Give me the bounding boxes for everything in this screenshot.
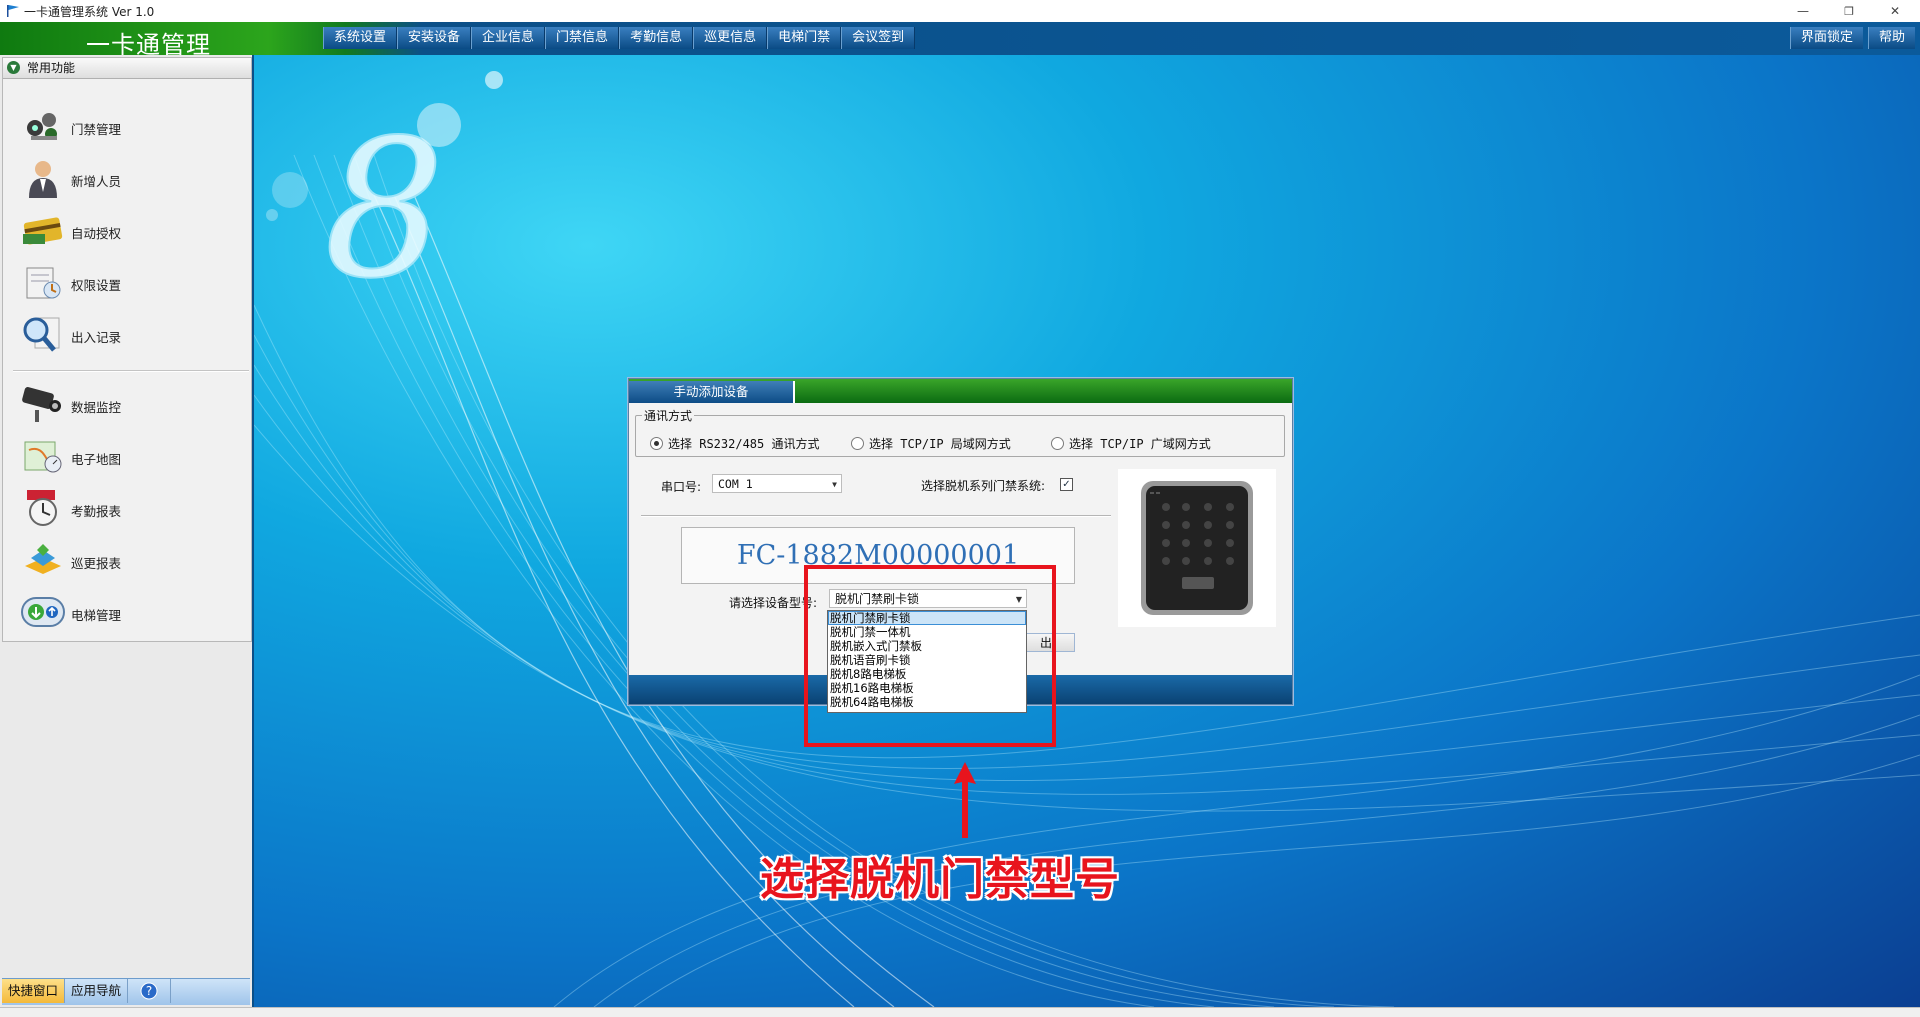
- port-value: COM 1: [718, 477, 753, 491]
- menu-patrol-info[interactable]: 巡更信息: [693, 27, 768, 49]
- up-arrow-icon: [954, 762, 976, 838]
- menu-elevator-access[interactable]: 电梯门禁: [767, 27, 842, 49]
- radio-tcp-lan[interactable]: 选择 TCP/IP 局域网方式: [851, 435, 1011, 452]
- collapse-icon[interactable]: ▼: [7, 61, 20, 74]
- sidebar-item-attendance-report[interactable]: 考勤报表: [21, 488, 241, 528]
- restore-button[interactable]: ❐: [1826, 0, 1872, 22]
- sidebar-item-label: 巡更报表: [71, 556, 122, 571]
- tab-quick-window[interactable]: 快捷窗口: [2, 979, 66, 1003]
- door-access-icon: [27, 113, 57, 140]
- sidebar-item-add-person[interactable]: 新增人员: [21, 158, 241, 198]
- comm-method-legend: 通讯方式: [642, 407, 695, 424]
- quick-functions-panel: ▼ 常用功能 门禁管理 新增人员 自动授权 权限设置 出入记录 数据监控 电子地…: [2, 57, 252, 642]
- sidebar-item-access-records[interactable]: 出入记录: [21, 314, 241, 354]
- radio-label: 选择 RS232/485 通讯方式: [668, 437, 820, 451]
- sidebar-item-label: 自动授权: [71, 226, 122, 241]
- sidebar-item-door-access[interactable]: 门禁管理: [21, 106, 241, 146]
- menu-company-info[interactable]: 企业信息: [471, 27, 546, 49]
- sidebar-item-label: 权限设置: [71, 278, 122, 293]
- minimize-button[interactable]: —: [1780, 0, 1826, 22]
- keypad-reader-icon: [1141, 481, 1253, 615]
- dialog-divider: [641, 515, 1111, 517]
- sidebar-item-label: 新增人员: [71, 174, 122, 189]
- sidebar-item-label: 电子地图: [71, 452, 122, 467]
- card-icon: [23, 217, 63, 245]
- sidebar-item-data-monitor[interactable]: 数据监控: [21, 384, 241, 424]
- sidebar-item-label: 考勤报表: [71, 504, 122, 519]
- device-image: [1118, 469, 1276, 627]
- panel-header[interactable]: ▼ 常用功能: [3, 58, 251, 79]
- annotation-caption: 选择脱机门禁型号: [759, 853, 1120, 906]
- port-label: 串口号:: [661, 480, 702, 494]
- sidebar-divider: [13, 370, 249, 372]
- offline-system-checkbox[interactable]: ✓: [1060, 478, 1073, 491]
- radio-dot[interactable]: [650, 437, 663, 450]
- chevron-down-icon: ▼: [832, 480, 837, 489]
- sidebar-bottom-tabs: 快捷窗口 应用导航 ?: [2, 978, 250, 1005]
- panel-title: 常用功能: [27, 61, 76, 75]
- main-menu: 系统设置 安装设备 企业信息 门禁信息 考勤信息 巡更信息 电梯门禁 会议签到: [323, 27, 916, 49]
- person-icon: [29, 161, 57, 198]
- app-flag-icon: [7, 5, 19, 17]
- port-select[interactable]: COM 1 ▼: [712, 474, 842, 493]
- sidebar-item-permission-settings[interactable]: 权限设置: [21, 262, 241, 302]
- sidebar: ▼ 常用功能 门禁管理 新增人员 自动授权 权限设置 出入记录 数据监控 电子地…: [0, 55, 254, 1007]
- radio-tcp-wan[interactable]: 选择 TCP/IP 广域网方式: [1051, 435, 1211, 452]
- tab-manual-add-device[interactable]: 手动添加设备: [629, 381, 795, 403]
- sidebar-item-elevator-management[interactable]: 电梯管理: [21, 592, 241, 632]
- radio-dot[interactable]: [1051, 437, 1064, 450]
- menu-install-device[interactable]: 安装设备: [397, 27, 472, 49]
- question-icon: ?: [140, 982, 158, 1000]
- menu-door-info[interactable]: 门禁信息: [545, 27, 620, 49]
- dialog-header: 手动添加设备: [629, 379, 1292, 403]
- comm-method-group: 通讯方式 选择 RS232/485 通讯方式 选择 TCP/IP 局域网方式 选…: [635, 407, 1285, 457]
- magnifier-icon: [23, 317, 60, 352]
- sidebar-item-patrol-report[interactable]: 巡更报表: [21, 540, 241, 580]
- menu-bar: 一卡通管理 系统设置 安装设备 企业信息 门禁信息 考勤信息 巡更信息 电梯门禁…: [0, 22, 1920, 59]
- menu-system-settings[interactable]: 系统设置: [323, 27, 398, 49]
- help-button[interactable]: 帮助: [1868, 27, 1916, 49]
- close-button[interactable]: ✕: [1872, 0, 1918, 22]
- radio-dot[interactable]: [851, 437, 864, 450]
- map-icon: [24, 441, 62, 473]
- sidebar-item-label: 出入记录: [71, 330, 122, 345]
- clock-icon: [27, 490, 57, 526]
- sidebar-item-label: 门禁管理: [71, 122, 122, 137]
- highlight-box: [804, 565, 1056, 747]
- lock-screen-button[interactable]: 界面锁定: [1790, 27, 1864, 49]
- menu-attendance-info[interactable]: 考勤信息: [619, 27, 694, 49]
- radio-label: 选择 TCP/IP 广域网方式: [1069, 437, 1211, 451]
- help-tab[interactable]: ?: [128, 979, 172, 1003]
- sidebar-item-label: 电梯管理: [71, 608, 122, 623]
- title-bar: 一卡通管理系统 Ver 1.0 — ❐ ✕: [0, 0, 1920, 23]
- radio-rs232[interactable]: 选择 RS232/485 通讯方式: [650, 435, 819, 452]
- menu-meeting-signin[interactable]: 会议签到: [841, 27, 916, 49]
- elevator-icon: [21, 597, 65, 627]
- offline-system-label: 选择脱机系列门禁系统:: [921, 479, 1046, 493]
- sidebar-item-electronic-map[interactable]: 电子地图: [21, 436, 241, 476]
- radio-label: 选择 TCP/IP 局域网方式: [869, 437, 1011, 451]
- sidebar-item-label: 数据监控: [71, 400, 122, 415]
- camera-icon: [22, 387, 61, 422]
- tab-app-navigation[interactable]: 应用导航: [65, 979, 129, 1003]
- svg-text:?: ?: [146, 984, 152, 998]
- window-title: 一卡通管理系统 Ver 1.0: [24, 5, 155, 19]
- patrol-icon: [25, 544, 61, 574]
- sidebar-item-auto-authorize[interactable]: 自动授权: [21, 210, 241, 250]
- permission-icon: [26, 267, 61, 299]
